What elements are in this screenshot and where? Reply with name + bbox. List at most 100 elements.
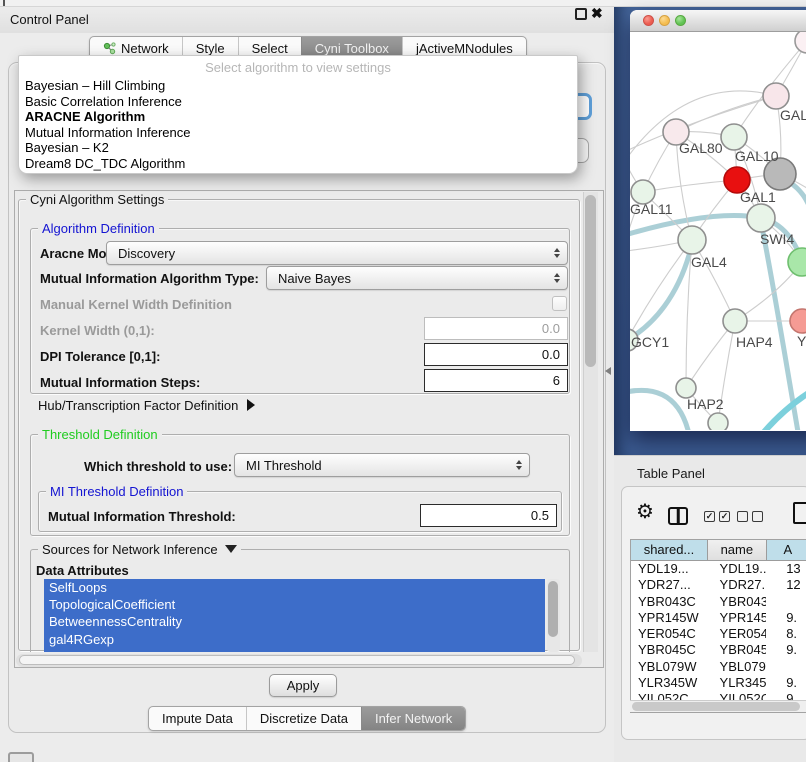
column-header[interactable]: name bbox=[708, 540, 767, 560]
table-body: YDL19...YDL19...13YDR27...YDR27...12YBR0… bbox=[631, 561, 806, 700]
node-hap2[interactable] bbox=[676, 378, 696, 398]
table-cell: YPR145W bbox=[631, 610, 708, 626]
table-row[interactable]: YBL079WYBL079W bbox=[631, 659, 806, 675]
table-cell: YBR045C bbox=[708, 642, 767, 658]
aracne-mode-select[interactable]: Discovery bbox=[106, 241, 568, 265]
zoom-window-icon[interactable] bbox=[675, 15, 686, 26]
float-panel-icon[interactable] bbox=[575, 8, 587, 20]
network-window: GALGAL80GAL10GAL1GAL11SWI4GAL4GCY1HAP4YH… bbox=[630, 10, 806, 431]
algorithm-option[interactable]: Mutual Information Inference bbox=[19, 125, 577, 141]
minimize-window-icon[interactable] bbox=[659, 15, 670, 26]
window-controls bbox=[643, 15, 686, 26]
table-row[interactable]: YER054CYER054C8. bbox=[631, 626, 806, 642]
settings-vertical-scrollbar-thumb[interactable] bbox=[585, 195, 596, 367]
node-salmon[interactable] bbox=[790, 309, 806, 333]
node-hap4[interactable] bbox=[723, 309, 747, 333]
table-horizontal-scrollbar-thumb[interactable] bbox=[632, 702, 800, 711]
checkbox-checked-icon[interactable]: ✓ bbox=[719, 511, 730, 522]
node-swi4[interactable] bbox=[747, 204, 775, 232]
mi-threshold-field[interactable]: 0.5 bbox=[420, 504, 557, 527]
attribute-item[interactable]: gal4RGexp bbox=[44, 631, 545, 648]
attribute-item[interactable]: SelfLoops bbox=[44, 579, 545, 596]
close-icon[interactable]: ✖ bbox=[591, 5, 603, 22]
table-row[interactable]: YBR043CYBR043C bbox=[631, 594, 806, 610]
table-cell: YDR27... bbox=[631, 577, 708, 593]
cyni-toolbox-tab-bar: Impute DataDiscretize Data Infer Network bbox=[148, 706, 466, 731]
mi-threshold-group-title: MI Threshold Definition bbox=[46, 484, 187, 499]
mi-algorithm-type-select[interactable]: Naive Bayes bbox=[266, 266, 568, 290]
node-bright-green[interactable] bbox=[788, 248, 806, 276]
algorithm-dropdown-list: Bayesian – Hill ClimbingBasic Correlatio… bbox=[19, 78, 577, 172]
apply-button[interactable]: Apply bbox=[269, 674, 337, 697]
node-label: SWI4 bbox=[760, 231, 794, 247]
network-edge bbox=[643, 180, 737, 192]
table-cell: YBL079W bbox=[708, 659, 767, 675]
mi-steps-field[interactable]: 6 bbox=[424, 369, 568, 392]
kernel-width-label: Kernel Width (0,1): bbox=[40, 323, 155, 338]
algorithm-option[interactable]: ARACNE Algorithm bbox=[19, 109, 577, 125]
gear-icon[interactable]: ⚙ bbox=[636, 502, 654, 522]
tab-discretize-data[interactable]: Discretize Data bbox=[246, 707, 361, 730]
network-window-titlebar[interactable] bbox=[630, 10, 806, 32]
close-window-icon[interactable] bbox=[643, 15, 654, 26]
node-partial-top[interactable] bbox=[795, 32, 806, 53]
window-edge-tick bbox=[3, 0, 5, 6]
table-row[interactable]: YIL052CYIL052C9 bbox=[631, 691, 806, 700]
table-row[interactable]: YPR145WYPR145W9. bbox=[631, 610, 806, 626]
attribute-item[interactable]: BetweennessCentrality bbox=[44, 613, 545, 630]
table-row[interactable]: YDL19...YDL19...13 bbox=[631, 561, 806, 577]
node-gal4[interactable] bbox=[678, 226, 706, 254]
settings-horizontal-scrollbar-thumb[interactable] bbox=[19, 655, 575, 665]
attribute-item[interactable]: TopologicalCoefficient bbox=[44, 596, 545, 613]
dpi-tolerance-label: DPI Tolerance [0,1]: bbox=[40, 349, 160, 364]
attribute-item-partial[interactable] bbox=[44, 648, 545, 652]
tab-infer-network[interactable]: Infer Network bbox=[361, 707, 465, 730]
table-row[interactable]: YDR27...YDR27...12 bbox=[631, 577, 806, 593]
manual-kernel-width-label: Manual Kernel Width Definition bbox=[40, 297, 232, 312]
table-cell: 9 bbox=[766, 691, 806, 700]
which-threshold-value: MI Threshold bbox=[246, 458, 322, 473]
algorithm-dropdown-prompt: Select algorithm to view settings bbox=[19, 56, 577, 78]
kernel-width-field[interactable]: 0.0 bbox=[424, 317, 568, 340]
node-label: HAP2 bbox=[687, 396, 724, 412]
network-svg: GALGAL80GAL10GAL1GAL11SWI4GAL4GCY1HAP4YH… bbox=[630, 32, 806, 430]
which-threshold-select[interactable]: MI Threshold bbox=[234, 453, 530, 477]
mi-threshold-label: Mutual Information Threshold: bbox=[48, 509, 236, 524]
algorithm-option[interactable]: Bayesian – Hill Climbing bbox=[19, 78, 577, 94]
dpi-tolerance-field[interactable]: 0.0 bbox=[424, 343, 568, 366]
table-cell: YER054C bbox=[631, 626, 708, 642]
network-canvas[interactable]: GALGAL80GAL10GAL1GAL11SWI4GAL4GCY1HAP4YH… bbox=[630, 32, 806, 431]
table-cell: YIL052C bbox=[708, 691, 767, 700]
collapsed-panel-icon[interactable] bbox=[8, 752, 34, 762]
table-cell: YER054C bbox=[708, 626, 767, 642]
hub-definition-toggle[interactable]: Hub/Transcription Factor Definition bbox=[38, 398, 255, 413]
sources-group-title[interactable]: Sources for Network Inference bbox=[38, 542, 241, 557]
table-row[interactable]: YLR345WYLR345W9. bbox=[631, 675, 806, 691]
checkbox-checked-icon[interactable]: ✓ bbox=[704, 511, 715, 522]
checkbox-unchecked-icon[interactable] bbox=[752, 511, 763, 522]
new-table-icon[interactable] bbox=[793, 502, 806, 524]
tab-impute-data[interactable]: Impute Data bbox=[149, 707, 246, 730]
node-gal10[interactable] bbox=[721, 124, 747, 150]
splitpane-toggle-arrow[interactable] bbox=[605, 367, 611, 375]
manual-kernel-width-checkbox[interactable] bbox=[552, 296, 567, 311]
algorithm-option[interactable]: Basic Correlation Inference bbox=[19, 94, 577, 110]
node-label: GAL1 bbox=[740, 189, 776, 205]
node-partial-bottom[interactable] bbox=[708, 413, 728, 430]
table-cell bbox=[766, 594, 806, 610]
node-gal-pink[interactable] bbox=[763, 83, 789, 109]
checkbox-unchecked-icon[interactable] bbox=[737, 511, 748, 522]
algorithm-option[interactable]: Dream8 DC_TDC Algorithm bbox=[19, 156, 577, 172]
node-label: GCY1 bbox=[631, 334, 669, 350]
network-icon bbox=[103, 42, 116, 55]
table-cell: YDL19... bbox=[708, 561, 767, 577]
algorithm-dropdown-popup: Select algorithm to view settings Bayesi… bbox=[18, 55, 578, 174]
attributes-list-scrollbar-thumb[interactable] bbox=[548, 581, 558, 637]
algorithm-option[interactable]: Bayesian – K2 bbox=[19, 140, 577, 156]
split-columns-icon[interactable] bbox=[668, 507, 688, 525]
node-table: shared...nameA YDL19...YDL19...13YDR27..… bbox=[630, 539, 806, 713]
column-header[interactable]: shared... bbox=[631, 540, 708, 560]
tab-label: Infer Network bbox=[375, 707, 452, 730]
column-header[interactable]: A bbox=[767, 540, 806, 560]
table-row[interactable]: YBR045CYBR045C9. bbox=[631, 642, 806, 658]
